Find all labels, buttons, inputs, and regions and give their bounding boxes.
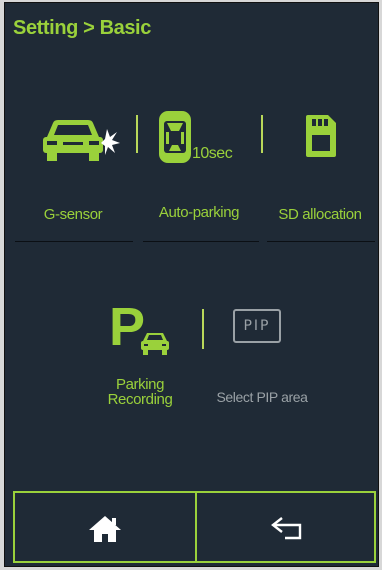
settings-screen: Setting > Basic G-sensor 10sec Auto-park… xyxy=(4,2,379,567)
tile-label-sd-allocation: SD allocation xyxy=(278,206,362,223)
row-divider xyxy=(267,241,375,242)
back-button[interactable] xyxy=(197,493,374,561)
tile-select-pip-area[interactable]: PIP Select PIP area xyxy=(205,293,319,423)
pip-icon: PIP xyxy=(233,309,281,343)
svg-text:P: P xyxy=(109,299,145,357)
parking-car-icon: P xyxy=(109,299,171,357)
sd-card-icon xyxy=(304,113,338,159)
pip-icon-text: PIP xyxy=(243,318,271,334)
tile-auto-parking[interactable]: 10sec Auto-parking xyxy=(137,99,261,239)
separator xyxy=(202,309,204,349)
tile-parking-recording[interactable]: P Parking Recording xyxy=(85,293,195,423)
back-arrow-icon xyxy=(269,515,303,541)
tile-label-g-sensor: G-sensor xyxy=(43,206,103,223)
page-title: Setting > Basic xyxy=(13,17,151,39)
car-top-view-icon xyxy=(157,109,193,165)
auto-parking-time-badge: 10sec xyxy=(192,145,233,162)
tile-label-parking-recording-2: Recording xyxy=(107,391,173,408)
tile-g-sensor[interactable]: G-sensor xyxy=(13,99,133,239)
tile-sd-allocation[interactable]: SD allocation xyxy=(263,99,377,239)
row-divider xyxy=(15,241,133,242)
home-button[interactable] xyxy=(15,493,195,561)
home-icon xyxy=(88,515,122,543)
tile-label-auto-parking: Auto-parking xyxy=(158,204,240,221)
tile-label-select-pip-area: Select PIP area xyxy=(216,389,308,405)
bottom-nav xyxy=(13,491,376,563)
car-impact-icon xyxy=(41,115,121,163)
row-divider xyxy=(143,241,259,242)
